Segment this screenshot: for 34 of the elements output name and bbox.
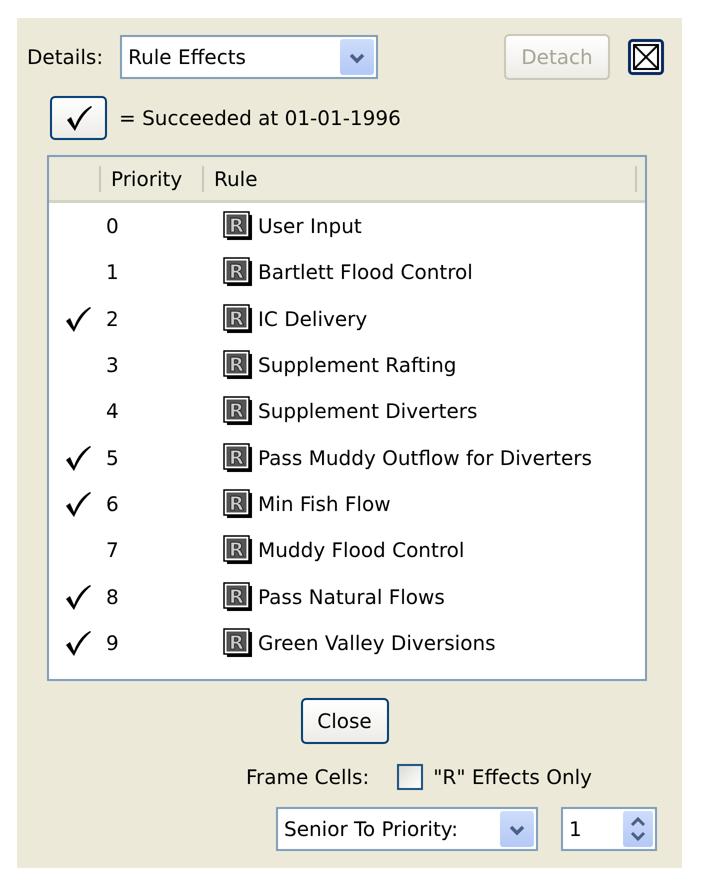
filter-dropdown[interactable]: Senior To Priority: [276,807,538,851]
details-label: Details: [27,45,104,69]
table-cell: Bartlett Flood Control [258,260,473,284]
checkbox[interactable] [397,764,424,790]
priority-spinner[interactable]: 1 [561,807,657,851]
table-cell-text: 1 [106,260,120,284]
column-header[interactable]: Priority [101,166,204,192]
table-cell-text: 7 [106,538,120,562]
table-cell: Pass Natural Flows [258,584,445,609]
table-cell-text: 9 [106,630,120,655]
table-cell: Muddy Flood Control [258,538,464,562]
table-cell-text: 3 [106,353,120,378]
close-icon[interactable] [628,39,664,75]
table-cell: Supplement Diverters [258,399,478,424]
table-cell: IC Delivery [258,306,368,331]
table-cell-text: 2 [106,306,120,331]
table-cell-text: 8 [106,584,120,609]
frame-cells-label: Frame Cells: [246,765,370,789]
table-cell: Min Fish Flow [258,492,391,516]
checkbox-label: "R" Effects Only [433,765,592,789]
table-cell-text: 4 [106,399,120,424]
column-header[interactable]: Rule [204,166,637,192]
table-cell: Pass Muddy Outflow for Diverters [258,446,592,470]
details-dropdown[interactable]: Rule Effects [120,35,378,79]
table-cell-text: 0 [106,214,120,238]
table-cell: User Input [258,214,362,238]
legend-text: = Succeeded at 01-01-1996 [119,106,401,130]
table-cell-text: 6 [106,492,120,516]
close-button[interactable]: Close [300,698,388,744]
table-cell: Supplement Rafting [258,353,456,378]
table-cell-text: 5 [106,446,120,470]
check-legend-button[interactable] [50,96,107,140]
table-cell: Green Valley Diversions [258,630,496,655]
check-icon [64,104,92,132]
